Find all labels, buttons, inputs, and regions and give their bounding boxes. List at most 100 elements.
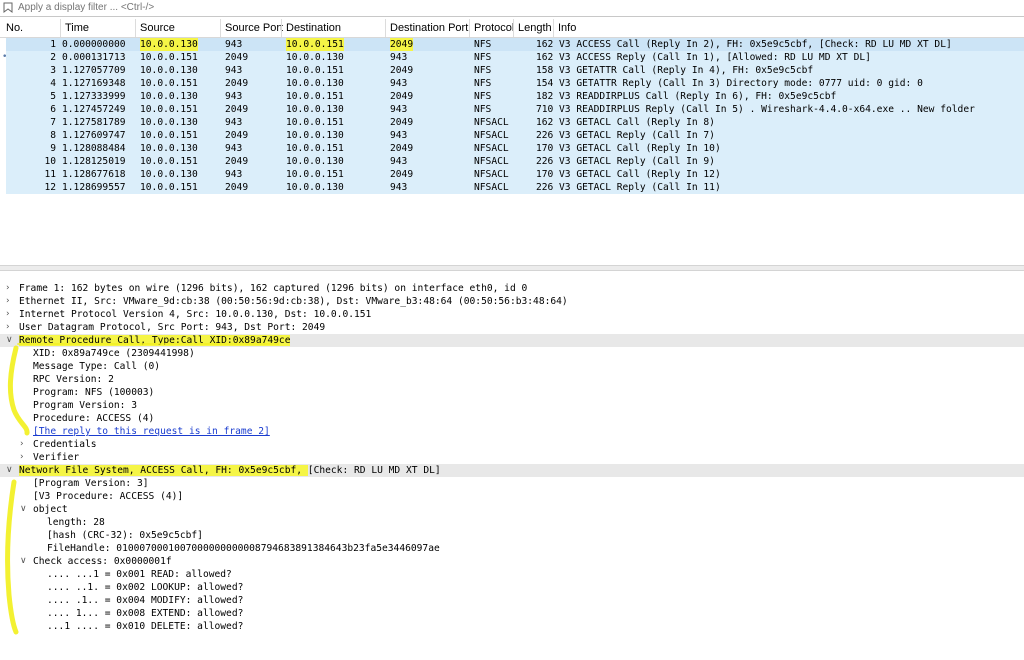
packet-info: V3 GETACL Call (Reply In 8) xyxy=(559,117,715,128)
collapse-arrow-icon[interactable]: ∨ xyxy=(6,334,13,347)
column-header-source[interactable]: Source xyxy=(140,22,175,34)
collapse-arrow-icon[interactable]: ∨ xyxy=(20,503,27,516)
packet-protocol: NFS xyxy=(474,52,492,63)
display-filter-bar xyxy=(0,0,1024,17)
detail-row[interactable]: › User Datagram Protocol, Src Port: 943, … xyxy=(0,321,1024,334)
packet-length: 158 xyxy=(536,65,554,76)
expand-arrow-icon[interactable]: › xyxy=(20,438,24,451)
detail-row[interactable]: .... 1... = 0x008 EXTEND: allowed? xyxy=(0,607,1024,620)
expand-arrow-icon[interactable]: › xyxy=(20,451,24,464)
packet-source-port: 943 xyxy=(225,91,243,102)
packet-protocol: NFSACL xyxy=(474,143,509,154)
display-filter-input[interactable] xyxy=(18,1,1018,14)
detail-text: Program Version: 3 xyxy=(33,400,137,411)
column-header-length[interactable]: Length xyxy=(518,22,552,34)
packet-row-6[interactable]: 6 1.127457249 10.0.0.151 2049 10.0.0.130… xyxy=(6,103,1024,116)
column-header-protocol[interactable]: Protocol xyxy=(474,22,514,34)
detail-row[interactable]: XID: 0x89a749ce (2309441998) xyxy=(0,347,1024,360)
packet-no: 9 xyxy=(50,143,56,154)
detail-row[interactable]: › Credentials xyxy=(0,438,1024,451)
packet-row-9[interactable]: 9 1.128088484 10.0.0.130 943 10.0.0.151 … xyxy=(6,142,1024,155)
detail-row[interactable]: .... ..1. = 0x002 LOOKUP: allowed? xyxy=(0,581,1024,594)
packet-row-4[interactable]: 4 1.127169348 10.0.0.151 2049 10.0.0.130… xyxy=(6,77,1024,90)
detail-text: Check access: 0x0000001f xyxy=(33,556,172,567)
packet-no: 12 xyxy=(44,182,56,193)
detail-row[interactable]: › Frame 1: 162 bytes on wire (1296 bits),… xyxy=(0,282,1024,295)
column-header-source-port[interactable]: Source Port xyxy=(225,22,283,34)
packet-row-11[interactable]: 11 1.128677618 10.0.0.130 943 10.0.0.151… xyxy=(6,168,1024,181)
packet-source: 10.0.0.151 xyxy=(140,78,198,89)
detail-row[interactable]: Program Version: 3 xyxy=(0,399,1024,412)
bookmark-filter-icon[interactable] xyxy=(3,2,13,13)
packet-source: 10.0.0.151 xyxy=(140,104,198,115)
detail-row[interactable]: › Ethernet II, Src: VMware_9d:cb:38 (00:5… xyxy=(0,295,1024,308)
packet-source-port: 943 xyxy=(225,169,243,180)
detail-text: User Datagram Protocol, Src Port: 943, D… xyxy=(19,322,326,333)
column-header-destination[interactable]: Destination xyxy=(286,22,341,34)
detail-row[interactable]: .... .1.. = 0x004 MODIFY: allowed? xyxy=(0,594,1024,607)
collapse-arrow-icon[interactable]: ∨ xyxy=(6,464,13,477)
detail-row[interactable]: Message Type: Call (0) xyxy=(0,360,1024,373)
packet-info: V3 ACCESS Call (Reply In 2), FH: 0x5e9c5… xyxy=(559,39,952,50)
packet-destination-port: 2049 xyxy=(390,117,414,128)
detail-row[interactable]: [hash (CRC-32): 0x5e9c5cbf] xyxy=(0,529,1024,542)
detail-row[interactable]: [Program Version: 3] xyxy=(0,477,1024,490)
packet-source: 10.0.0.130 xyxy=(140,91,198,102)
packet-row-1[interactable]: 1 0.000000000 10.0.0.130 943 10.0.0.151 … xyxy=(6,38,1024,51)
detail-row[interactable]: ...1 .... = 0x010 DELETE: allowed? xyxy=(0,620,1024,633)
expand-arrow-icon[interactable]: › xyxy=(6,321,10,334)
packet-protocol: NFSACL xyxy=(474,117,509,128)
packet-destination: 10.0.0.151 xyxy=(286,143,344,154)
packet-time: 1.127457249 xyxy=(62,104,126,115)
detail-row[interactable]: .... ...1 = 0x001 READ: allowed? xyxy=(0,568,1024,581)
detail-text: Remote Procedure Call, Type:Call XID:0x8… xyxy=(19,334,291,347)
detail-row[interactable]: › Internet Protocol Version 4, Src: 10.0.… xyxy=(0,308,1024,321)
packet-row-3[interactable]: 3 1.127057709 10.0.0.130 943 10.0.0.151 … xyxy=(6,64,1024,77)
packet-source-port: 2049 xyxy=(225,130,249,141)
detail-row[interactable]: ∨ object xyxy=(0,503,1024,516)
packet-destination: 10.0.0.151 xyxy=(286,65,344,76)
packet-no: 8 xyxy=(50,130,56,141)
expand-arrow-icon[interactable]: › xyxy=(6,282,10,295)
packet-row-12[interactable]: 12 1.128699557 10.0.0.151 2049 10.0.0.13… xyxy=(6,181,1024,194)
packet-time: 1.128088484 xyxy=(62,143,126,154)
collapse-arrow-icon[interactable]: ∨ xyxy=(20,555,27,568)
detail-text: .... ...1 = 0x001 READ: allowed? xyxy=(47,569,232,580)
packet-no: 4 xyxy=(50,78,56,89)
detail-text: [V3 Procedure: ACCESS (4)] xyxy=(33,491,184,502)
detail-row[interactable]: ∨ Remote Procedure Call, Type:Call XID:0x… xyxy=(0,334,1024,347)
detail-row[interactable]: › Verifier xyxy=(0,451,1024,464)
packet-destination: 10.0.0.151 xyxy=(286,169,344,180)
packet-row-10[interactable]: 10 1.128125019 10.0.0.151 2049 10.0.0.13… xyxy=(6,155,1024,168)
packet-destination-port: 2049 xyxy=(390,65,414,76)
packet-source-port: 943 xyxy=(225,65,243,76)
detail-row[interactable]: Program: NFS (100003) xyxy=(0,386,1024,399)
expand-arrow-icon[interactable]: › xyxy=(6,308,10,321)
packet-row-8[interactable]: 8 1.127609747 10.0.0.151 2049 10.0.0.130… xyxy=(6,129,1024,142)
detail-row[interactable]: RPC Version: 2 xyxy=(0,373,1024,386)
packet-row-7[interactable]: 7 1.127581789 10.0.0.130 943 10.0.0.151 … xyxy=(6,116,1024,129)
packet-no: 10 xyxy=(44,156,56,167)
column-header-destination-port[interactable]: Destination Port xyxy=(390,22,468,34)
packet-row-5[interactable]: 5 1.127333999 10.0.0.130 943 10.0.0.151 … xyxy=(6,90,1024,103)
detail-row[interactable]: length: 28 xyxy=(0,516,1024,529)
packet-source-port: 2049 xyxy=(225,104,249,115)
detail-row[interactable]: [V3 Procedure: ACCESS (4)] xyxy=(0,490,1024,503)
detail-text: Internet Protocol Version 4, Src: 10.0.0… xyxy=(19,309,372,320)
detail-text: Verifier xyxy=(33,452,80,463)
column-header-no[interactable]: No. xyxy=(6,22,23,34)
pane-splitter[interactable] xyxy=(0,265,1024,271)
packet-destination: 10.0.0.151 xyxy=(286,91,344,102)
column-header-info[interactable]: Info xyxy=(558,22,576,34)
detail-row[interactable]: FileHandle: 0100070001007000000000008794… xyxy=(0,542,1024,555)
detail-row[interactable]: ∨ Check access: 0x0000001f xyxy=(0,555,1024,568)
detail-row[interactable]: Procedure: ACCESS (4) xyxy=(0,412,1024,425)
detail-text: Message Type: Call (0) xyxy=(33,361,161,372)
detail-row[interactable]: ∨ Network File System, ACCESS Call, FH: 0… xyxy=(0,464,1024,477)
packet-protocol: NFSACL xyxy=(474,169,509,180)
packet-row-2[interactable]: • 2 0.000131713 10.0.0.151 2049 10.0.0.1… xyxy=(2,51,1024,64)
detail-link[interactable]: [The reply to this request is in frame 2… xyxy=(33,425,270,438)
column-header-time[interactable]: Time xyxy=(65,22,89,34)
detail-row[interactable]: [The reply to this request is in frame 2… xyxy=(0,425,1024,438)
expand-arrow-icon[interactable]: › xyxy=(6,295,10,308)
